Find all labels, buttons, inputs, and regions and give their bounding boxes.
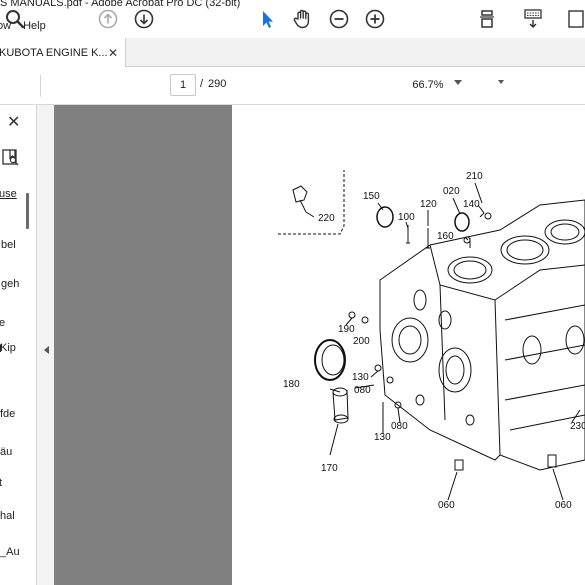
cursor-arrow-icon[interactable] [256, 7, 278, 31]
callout-label: 130 [352, 372, 369, 383]
chevron-down-icon[interactable] [498, 80, 504, 84]
callout-label: 140 [463, 199, 480, 210]
page-number-input[interactable]: 1 [170, 74, 196, 96]
fit-page-icon[interactable] [476, 7, 498, 31]
zoom-in-icon[interactable] [364, 7, 386, 31]
callout-label: 080 [391, 421, 408, 432]
bookmark-item[interactable]: Kip [0, 342, 16, 354]
callout-label: 130 [374, 432, 391, 443]
bookmark-item[interactable]: e [0, 317, 5, 329]
zoom-level-value: 66.7% [412, 79, 444, 91]
document-tab-label: KUBOTA ENGINE K... [0, 46, 108, 59]
bookmark-item[interactable]: hal [0, 510, 15, 522]
callout-label: 160 [437, 231, 454, 242]
document-tab-bar: KUBOTA ENGINE K... ✕ [0, 38, 585, 67]
callout-label: 180 [283, 379, 300, 390]
callout-label: 230 [570, 421, 585, 432]
callout-label: 060 [555, 500, 572, 511]
keyboard-icon[interactable] [522, 7, 544, 31]
page-number-value: 1 [179, 79, 187, 91]
page-total: 290 [208, 78, 227, 90]
callout-label: 190 [338, 324, 355, 335]
arrow-up-circle-icon[interactable] [97, 7, 119, 31]
callout-label: 060 [438, 500, 455, 511]
scroll-mode-icon[interactable] [566, 7, 584, 31]
callout-label: 100 [398, 212, 415, 223]
hand-tool-icon[interactable] [292, 7, 314, 31]
close-icon[interactable]: ✕ [7, 112, 20, 132]
callout-label: 200 [353, 336, 370, 347]
window-title: S MANUALS.pdf - Adobe Acrobat Pro DC (32… [0, 0, 241, 9]
zoom-level-select[interactable]: 66.7% [403, 74, 453, 96]
arrow-down-circle-icon[interactable] [133, 7, 155, 31]
search-icon[interactable] [4, 7, 26, 31]
bookmark-icon[interactable] [1, 147, 21, 172]
chevron-left-icon[interactable] [44, 346, 49, 354]
engine-block-diagram [278, 170, 585, 501]
bookmark-item[interactable]: fde [0, 408, 15, 420]
close-icon[interactable]: ✕ [108, 46, 118, 60]
callout-label: 020 [443, 186, 460, 197]
callout-label: 080 [354, 385, 371, 396]
chevron-down-icon[interactable] [454, 80, 462, 85]
callout-label: 220 [318, 213, 335, 224]
bookmark-item[interactable]: _Au [0, 546, 20, 558]
bookmark-item[interactable]: t [0, 477, 2, 489]
callout-label: 120 [420, 199, 437, 210]
bookmark-item[interactable]: geh [1, 278, 19, 290]
panel-collapse-strip[interactable] [37, 105, 54, 585]
bookmark-item[interactable]: bel [1, 239, 16, 251]
toolbar [0, 67, 585, 105]
callout-label: 210 [466, 171, 483, 182]
bookmark-item[interactable]: äu [0, 446, 12, 458]
document-tab[interactable]: KUBOTA ENGINE K... ✕ [0, 38, 126, 67]
pdf-page[interactable] [232, 105, 585, 585]
page-separator: / [200, 78, 204, 90]
bookmark-item[interactable]: use [0, 188, 17, 200]
zoom-out-icon[interactable] [328, 7, 350, 31]
callout-label: 150 [363, 191, 380, 202]
toolbar-divider [40, 75, 41, 97]
callout-label: 170 [321, 463, 338, 474]
panel-scrollbar-thumb[interactable] [26, 193, 29, 229]
